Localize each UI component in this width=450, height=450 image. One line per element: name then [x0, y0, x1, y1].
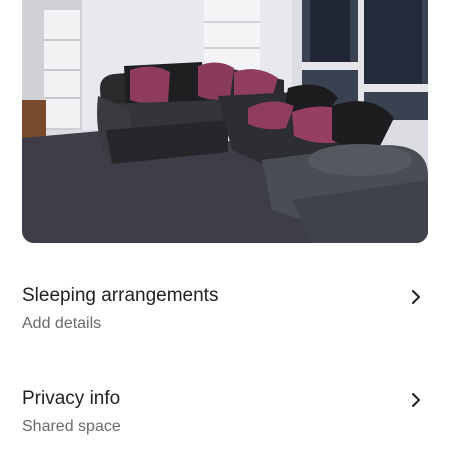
listing-details-screen: Sleeping arrangements Add details Privac…: [0, 0, 450, 450]
sleeping-arrangements-row[interactable]: Sleeping arrangements Add details: [22, 284, 428, 350]
privacy-info-subtitle: Shared space: [22, 418, 121, 435]
listing-photo[interactable]: [22, 0, 428, 243]
sleeping-arrangements-subtitle: Add details: [22, 315, 102, 332]
chevron-right-icon: [412, 290, 420, 304]
living-room-image: [22, 0, 428, 243]
privacy-info-row[interactable]: Privacy info Shared space: [22, 387, 428, 450]
chevron-right-icon: [412, 393, 420, 407]
privacy-info-title: Privacy info: [22, 388, 121, 409]
sleeping-arrangements-title: Sleeping arrangements: [22, 285, 219, 306]
